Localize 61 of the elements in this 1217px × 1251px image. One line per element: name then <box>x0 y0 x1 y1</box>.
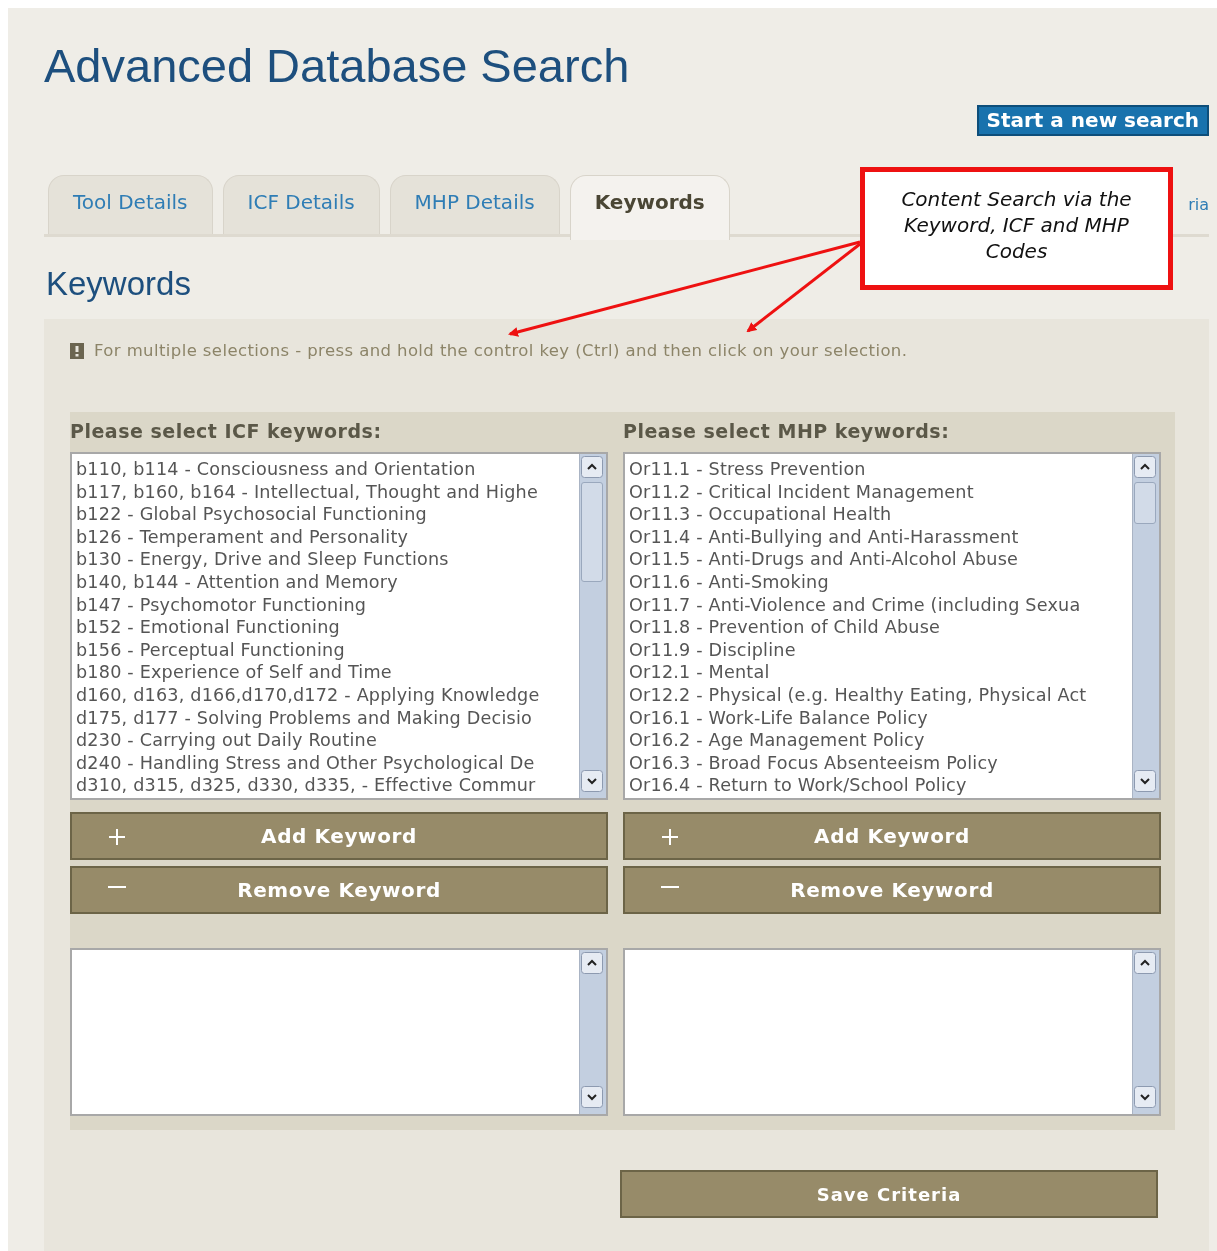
notice-text: For multiple selections - press and hold the control key (Ctrl) and then click on your selection. <box>94 341 908 360</box>
list-item[interactable]: Or11.4 - Anti-Bullying and Anti-Harassment <box>629 525 1132 549</box>
scrollbar[interactable] <box>1132 950 1159 1114</box>
list-item[interactable]: Or12.2 - Physical (e.g. Healthy Eating, Physical Act <box>629 683 1132 707</box>
list-item[interactable]: b110, b114 - Consciousness and Orientation <box>76 458 579 481</box>
list-item[interactable]: d160, d163, d166,d170,d172 - Applying Knowledge <box>76 683 579 707</box>
list-item[interactable]: Or11.1 - Stress Prevention <box>629 458 1132 481</box>
new-search-button[interactable]: Start a new search <box>976 105 1209 136</box>
list-item[interactable]: b126 - Temperament and Personality <box>76 525 579 549</box>
keyword-list[interactable] <box>70 452 608 800</box>
scroll-down-icon[interactable] <box>581 770 603 792</box>
list-item[interactable]: b140, b144 - Attention and Memory <box>76 570 579 594</box>
list-item[interactable]: Or16.2 - Age Management Policy <box>629 729 1132 752</box>
scroll-up-icon[interactable] <box>581 952 603 974</box>
tab[interactable]: Keywords <box>569 175 730 240</box>
list-item[interactable]: b147 - Psychomotor Functioning <box>76 593 579 617</box>
section-title: Keywords <box>46 265 192 303</box>
list-item[interactable]: Or11.3 - Occupational Health <box>629 503 1132 526</box>
scroll-down-icon[interactable] <box>1134 1086 1156 1108</box>
page-title: Advanced Database Search <box>44 38 631 93</box>
list-item[interactable]: Or16.1 - Work-Life Balance Policy <box>629 706 1132 730</box>
list-item[interactable]: d175, d177 - Solving Problems and Making Decisio <box>76 706 579 730</box>
list-item[interactable]: Or16.3 - Broad Focus Absenteeism Policy <box>629 751 1132 775</box>
list-item[interactable]: Or11.7 - Anti-Violence and Crime (including Sexua <box>629 593 1132 617</box>
notice-icon <box>70 342 84 359</box>
keyword-list[interactable] <box>623 452 1161 800</box>
minus-icon <box>108 886 126 888</box>
list-item[interactable]: b117, b160, b164 - Intellectual, Thought and Highe <box>76 480 579 504</box>
list-item[interactable]: d310, d315, d325, d330, d335, - Effective Commur <box>76 774 579 797</box>
list-item[interactable]: Or16.4 - Return to Work/School Policy <box>629 774 1132 797</box>
list-heading: Please select MHP keywords: <box>623 420 951 442</box>
scroll-thumb[interactable] <box>1134 482 1156 524</box>
scroll-up-icon[interactable] <box>1134 952 1156 974</box>
plus-icon <box>108 828 126 846</box>
scroll-thumb[interactable] <box>581 482 603 582</box>
list-item[interactable]: b152 - Emotional Functioning <box>76 616 579 639</box>
list-item[interactable]: b130 - Energy, Drive and Sleep Functions <box>76 548 579 571</box>
list-item[interactable]: b180 - Experience of Self and Time <box>76 661 579 684</box>
scroll-up-icon[interactable] <box>581 456 603 478</box>
list-item[interactable]: Or11.8 - Prevention of Child Abuse <box>629 616 1132 639</box>
scrollbar[interactable] <box>1132 454 1159 798</box>
list-item[interactable]: Or11.6 - Anti-Smoking <box>629 570 1132 594</box>
list-item[interactable]: b122 - Global Psychosocial Functioning <box>76 503 579 526</box>
scroll-down-icon[interactable] <box>1134 770 1156 792</box>
list-item[interactable]: d230 - Carrying out Daily Routine <box>76 729 579 752</box>
list-item[interactable]: Or11.2 - Critical Incident Management <box>629 480 1132 504</box>
callout-box: Content Search via the Keyword, ICF and MHP Codes <box>860 167 1173 290</box>
scroll-down-icon[interactable] <box>581 1086 603 1108</box>
minus-icon <box>661 886 679 888</box>
list-item[interactable]: d240 - Handling Stress and Other Psychological De <box>76 751 579 775</box>
list-item[interactable]: Or11.9 - Discipline <box>629 638 1132 662</box>
list-item[interactable]: Or11.5 - Anti-Drugs and Anti-Alcohol Abuse <box>629 548 1132 571</box>
plus-icon <box>661 828 679 846</box>
tab[interactable]: ria <box>1188 181 1209 234</box>
scrollbar[interactable] <box>579 950 606 1114</box>
tab[interactable]: Tool Details <box>48 175 213 234</box>
list-heading: Please select ICF keywords: <box>70 420 383 442</box>
list-item[interactable]: Or12.1 - Mental <box>629 661 1132 684</box>
scroll-up-icon[interactable] <box>1134 456 1156 478</box>
scrollbar[interactable] <box>579 454 606 798</box>
list-item[interactable]: b156 - Perceptual Functioning <box>76 638 579 662</box>
